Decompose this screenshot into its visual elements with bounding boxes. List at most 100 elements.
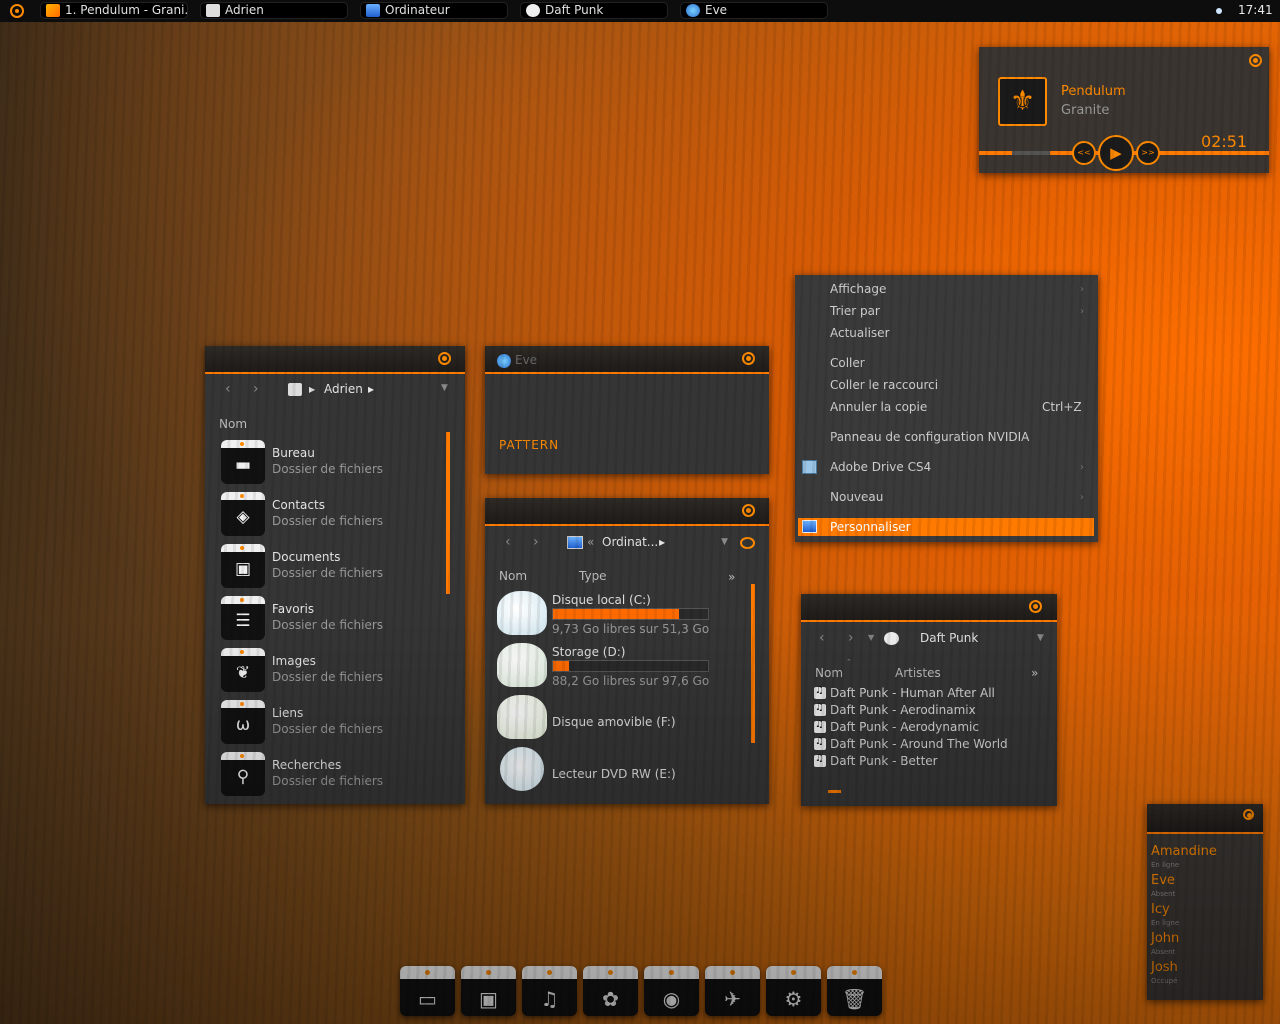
flower-icon: ✿ bbox=[602, 987, 619, 1011]
track-name: Daft Punk - Aerodinamix bbox=[830, 703, 976, 717]
taskbar: 1. Pendulum - Grani... Adrien Ordinateur… bbox=[0, 0, 1280, 22]
contact-name[interactable]: Icy bbox=[1151, 902, 1170, 917]
contacts-glyph: ◈ bbox=[236, 507, 250, 527]
next-button[interactable]: >> bbox=[1136, 141, 1160, 165]
back-arrow-icon[interactable]: ‹ bbox=[819, 630, 825, 646]
recent-dropdown-icon[interactable]: ▼ bbox=[868, 633, 874, 642]
dock-flower-button[interactable]: ✿ bbox=[583, 966, 638, 1016]
refresh-icon[interactable] bbox=[740, 537, 755, 549]
pattern-label: PATTERN bbox=[499, 438, 560, 452]
track-row[interactable]: Daft Punk - Around The World bbox=[814, 736, 1008, 753]
fleur-de-lis-icon: ⚜ bbox=[1009, 84, 1036, 117]
forward-arrow-icon[interactable]: › bbox=[533, 534, 539, 550]
task-ordinateur[interactable]: Ordinateur bbox=[360, 2, 508, 19]
breadcrumb-chevron-icon[interactable]: ▸ bbox=[659, 535, 665, 549]
contact-name[interactable]: Josh bbox=[1151, 960, 1178, 975]
play-button[interactable]: ▶ bbox=[1098, 135, 1134, 171]
address-dropdown-icon[interactable]: ▼ bbox=[721, 537, 728, 547]
forward-arrow-icon[interactable]: › bbox=[253, 381, 259, 397]
close-icon[interactable] bbox=[1029, 600, 1042, 613]
submenu-arrow-icon: › bbox=[1080, 284, 1084, 295]
close-icon[interactable] bbox=[1243, 809, 1254, 820]
column-header-name[interactable]: Nom bbox=[499, 569, 527, 583]
list-item[interactable]: ❦ Images Dossier de fichiers bbox=[221, 648, 461, 696]
breadcrumb-daft-punk[interactable]: Daft Punk bbox=[920, 631, 978, 645]
folder-name: Liens bbox=[272, 706, 304, 720]
dock-briefcase-button[interactable]: ▣ bbox=[461, 966, 516, 1016]
track-row[interactable]: Daft Punk - Human After All bbox=[814, 685, 995, 702]
menu-item-affichage[interactable]: Affichage bbox=[830, 282, 886, 296]
column-header-type[interactable]: Type bbox=[579, 569, 607, 583]
menu-item-panneau-de-configuration-nvidia[interactable]: Panneau de configuration NVIDIA bbox=[830, 430, 1029, 444]
window-titlebar[interactable] bbox=[205, 346, 465, 374]
close-icon[interactable] bbox=[438, 352, 451, 365]
track-row[interactable]: Daft Punk - Better bbox=[814, 753, 938, 770]
breadcrumb-adrien[interactable]: Adrien bbox=[324, 382, 363, 396]
close-icon[interactable] bbox=[742, 504, 755, 517]
track-row[interactable]: Daft Punk - Aerodinamix bbox=[814, 702, 976, 719]
menu-item-adobe-drive-cs4[interactable]: Adobe Drive CS4 bbox=[830, 460, 931, 474]
drive-item[interactable]: Disque amovible (F:) bbox=[497, 695, 757, 745]
list-item[interactable]: ▬ Bureau Dossier de fichiers bbox=[221, 440, 461, 488]
tray-status-icon[interactable] bbox=[1216, 8, 1222, 14]
back-arrow-icon[interactable]: ‹ bbox=[505, 534, 511, 550]
menu-item-coller[interactable]: Coller bbox=[830, 356, 865, 370]
task-daft-punk[interactable]: Daft Punk bbox=[520, 2, 668, 19]
drive-item[interactable]: Storage (D:) 88,2 Go libres sur 97,6 Go bbox=[497, 643, 757, 693]
contact-status: Absent bbox=[1151, 890, 1176, 898]
progress-knob[interactable] bbox=[1012, 151, 1050, 155]
list-item[interactable]: ▣ Documents Dossier de fichiers bbox=[221, 544, 461, 592]
dock-music-button[interactable]: ♫ bbox=[522, 966, 577, 1016]
menu-item-nouveau[interactable]: Nouveau bbox=[830, 490, 883, 504]
menu-item-coller-le-raccourci[interactable]: Coller le raccourci bbox=[830, 378, 938, 392]
window-titlebar[interactable] bbox=[485, 498, 769, 526]
menu-item-actualiser[interactable]: Actualiser bbox=[830, 326, 890, 340]
more-columns-icon[interactable]: » bbox=[1031, 666, 1038, 680]
menu-item-annuler-la-copie[interactable]: Annuler la copie bbox=[830, 400, 927, 414]
dock-trash-button[interactable]: 🗑 bbox=[827, 966, 882, 1016]
drive-item[interactable]: Lecteur DVD RW (E:) bbox=[497, 747, 757, 797]
contact-status: En ligne bbox=[1151, 861, 1180, 869]
computer-explorer-window: ‹ › « Ordinat... ▸ ▼ Nom Type » Disque l… bbox=[485, 498, 769, 804]
list-item[interactable]: ⚲ Recherches Dossier de fichiers bbox=[221, 752, 461, 800]
breadcrumb-computer[interactable]: Ordinat... bbox=[602, 535, 658, 549]
track-artist: Pendulum bbox=[1061, 84, 1126, 99]
address-dropdown-icon[interactable]: ▼ bbox=[1037, 633, 1044, 643]
menu-item-trier-par[interactable]: Trier par bbox=[830, 304, 880, 318]
column-header-name[interactable]: Nom bbox=[219, 417, 247, 431]
close-icon[interactable] bbox=[742, 352, 755, 365]
list-item[interactable]: ◈ Contacts Dossier de fichiers bbox=[221, 492, 461, 540]
track-row[interactable]: Daft Punk - Aerodynamic bbox=[814, 719, 979, 736]
dock-settings-button[interactable]: ⚙ bbox=[766, 966, 821, 1016]
start-orb-icon[interactable] bbox=[10, 4, 24, 18]
forward-arrow-icon[interactable]: › bbox=[848, 630, 854, 646]
drive-item[interactable]: Disque local (C:) 9,73 Go libres sur 51,3… bbox=[497, 591, 757, 641]
contact-icon bbox=[686, 4, 700, 17]
music-player-widget: ⚜ Pendulum Granite 02:51 << ▶ >> bbox=[979, 47, 1269, 173]
folder-name: Bureau bbox=[272, 446, 315, 460]
dock-computer-button[interactable]: ▭ bbox=[400, 966, 455, 1016]
address-dropdown-icon[interactable]: ▼ bbox=[441, 383, 448, 393]
column-header-artists[interactable]: Artistes bbox=[895, 666, 941, 680]
previous-button[interactable]: << bbox=[1072, 141, 1096, 165]
list-item[interactable]: ω Liens Dossier de fichiers bbox=[221, 700, 461, 748]
task-adrien[interactable]: Adrien bbox=[200, 2, 348, 19]
clock[interactable]: 17:41 bbox=[1238, 3, 1273, 17]
contact-name[interactable]: John bbox=[1151, 931, 1179, 946]
folder-type: Dossier de fichiers bbox=[272, 618, 384, 632]
back-arrow-icon[interactable]: ‹ bbox=[225, 381, 231, 397]
dock-network-button[interactable]: ✈ bbox=[705, 966, 760, 1016]
task-pendulum[interactable]: 1. Pendulum - Grani... bbox=[40, 2, 188, 19]
close-icon[interactable] bbox=[1249, 54, 1262, 67]
horizontal-scrollbar[interactable] bbox=[828, 790, 841, 793]
task-eve[interactable]: Eve bbox=[680, 2, 828, 19]
list-item[interactable]: ☰ Favoris Dossier de fichiers bbox=[221, 596, 461, 644]
breadcrumb-chevron-icon[interactable]: ▸ bbox=[368, 382, 374, 396]
contact-name[interactable]: Amandine bbox=[1151, 844, 1217, 859]
menu-item-personnaliser[interactable]: Personnaliser bbox=[830, 520, 911, 534]
more-columns-icon[interactable]: » bbox=[728, 570, 735, 584]
column-header-name[interactable]: Nom bbox=[815, 666, 843, 680]
dock-firefox-button[interactable]: ◉ bbox=[644, 966, 699, 1016]
contact-name[interactable]: Eve bbox=[1151, 873, 1175, 888]
window-titlebar[interactable] bbox=[801, 594, 1057, 622]
